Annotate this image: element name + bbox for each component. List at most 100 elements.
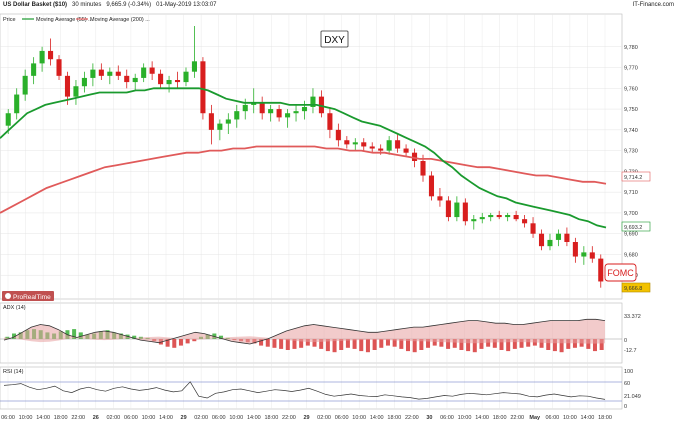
adx-bar bbox=[365, 339, 370, 353]
y-tick-label: 9,740 bbox=[624, 128, 638, 134]
candle-body bbox=[276, 109, 282, 118]
candle-body bbox=[572, 242, 578, 257]
candle-body bbox=[259, 102, 265, 114]
candle-body bbox=[352, 142, 358, 145]
ma-fast-tag: 9,693.2 bbox=[624, 225, 642, 231]
x-tick-label: 18:00 bbox=[493, 415, 507, 421]
candle-body bbox=[56, 59, 62, 76]
candle-body bbox=[107, 71, 113, 76]
x-tick-label: 14:00 bbox=[36, 415, 50, 421]
candle-body bbox=[132, 77, 138, 83]
candle-body bbox=[183, 71, 189, 83]
x-tick-label: 06:00 bbox=[335, 415, 349, 421]
candle-body bbox=[242, 104, 248, 112]
candle-body bbox=[208, 113, 214, 130]
y-tick-label: 9,760 bbox=[624, 86, 638, 92]
rsi-title: RSI (14) bbox=[3, 369, 24, 375]
candle-body bbox=[361, 142, 367, 147]
adx-bar bbox=[279, 339, 284, 349]
y-tick-label: 9,780 bbox=[624, 45, 638, 51]
x-tick-label: 06:00 bbox=[1, 415, 15, 421]
y-tick-label: 9,770 bbox=[624, 66, 638, 72]
candle-body bbox=[234, 111, 240, 120]
ma-slow-tag: 9,714.2 bbox=[624, 175, 642, 181]
adx-label-zero: 0 bbox=[624, 338, 627, 344]
candle-body bbox=[479, 217, 485, 220]
price-panel-frame bbox=[0, 13, 623, 300]
rsi-label-100: 100 bbox=[624, 369, 633, 375]
x-tick-label: 18:00 bbox=[54, 415, 68, 421]
x-tick-label: 10:00 bbox=[458, 415, 472, 421]
x-tick-label: 14:00 bbox=[475, 415, 489, 421]
candle-body bbox=[581, 252, 587, 257]
x-tick-label: 10:00 bbox=[19, 415, 33, 421]
candle-body bbox=[437, 196, 443, 201]
y-tick-label: 9,690 bbox=[624, 232, 638, 238]
adx-bar bbox=[178, 339, 183, 346]
candle-body bbox=[5, 113, 11, 126]
x-tick-label: 26 bbox=[93, 415, 99, 421]
adx-bar bbox=[272, 339, 277, 348]
candle-body bbox=[369, 146, 375, 149]
dxy-badge: DXY bbox=[320, 30, 349, 48]
candle-body bbox=[386, 140, 392, 151]
candle-body bbox=[420, 161, 426, 176]
fomc-badge: FOMC bbox=[604, 263, 637, 282]
adx-bar bbox=[185, 339, 190, 344]
prorealtime-label: ProRealTime bbox=[13, 294, 51, 301]
candle-body bbox=[538, 233, 545, 247]
candle-body bbox=[90, 69, 96, 78]
x-tick-label: 18:00 bbox=[598, 415, 612, 421]
x-tick-label: 18:00 bbox=[387, 415, 401, 421]
x-tick-label: 06:00 bbox=[124, 415, 138, 421]
x-tick-label: 06:00 bbox=[545, 415, 559, 421]
candle-body bbox=[403, 148, 409, 153]
x-tick-label: 02:00 bbox=[317, 415, 331, 421]
candle-body bbox=[598, 258, 604, 282]
adx-bar bbox=[172, 339, 177, 348]
candle-body bbox=[225, 119, 231, 124]
candle-body bbox=[428, 175, 435, 197]
fomc-label: FOMC bbox=[607, 268, 634, 278]
candle-body bbox=[39, 50, 45, 64]
candle-body bbox=[327, 113, 333, 130]
y-tick-label: 9,730 bbox=[624, 149, 638, 155]
adx-bar bbox=[359, 339, 364, 352]
rsi-label-0: 0 bbox=[624, 404, 627, 410]
x-tick-label: 29 bbox=[303, 415, 309, 421]
adx-bar bbox=[372, 339, 377, 350]
x-tick-label: 14:00 bbox=[370, 415, 384, 421]
candle-body bbox=[166, 80, 172, 85]
x-tick-label: May bbox=[529, 415, 541, 421]
candle-body bbox=[217, 123, 223, 130]
candle-body bbox=[115, 71, 121, 76]
candle-body bbox=[344, 140, 350, 145]
adx-label-bottom: -12.7 bbox=[624, 348, 637, 354]
y-tick-label: 9,680 bbox=[624, 252, 638, 258]
x-tick-label: 18:00 bbox=[264, 415, 278, 421]
x-tick-label: 22:00 bbox=[510, 415, 524, 421]
candle-body bbox=[454, 202, 460, 218]
y-tick-label: 9,700 bbox=[624, 211, 638, 217]
candle-body bbox=[301, 107, 308, 112]
adx-bar bbox=[379, 339, 384, 348]
candle-body bbox=[22, 75, 28, 95]
x-tick-label: 10:00 bbox=[563, 415, 577, 421]
legend-price: Price bbox=[3, 17, 16, 23]
candle-body bbox=[48, 50, 54, 60]
candle-body bbox=[530, 223, 536, 234]
x-tick-label: 06:00 bbox=[440, 415, 454, 421]
candle-body bbox=[335, 129, 341, 141]
candle-body bbox=[200, 61, 206, 114]
adx-title: ADX (14) bbox=[3, 305, 26, 311]
x-tick-label: 10:00 bbox=[229, 415, 243, 421]
candle-body bbox=[268, 109, 274, 114]
candle-body bbox=[141, 67, 147, 78]
candle-body bbox=[496, 215, 502, 218]
adx-label-top: 33.372 bbox=[624, 314, 641, 320]
candle-body bbox=[462, 202, 468, 222]
dxy-label: DXY bbox=[324, 35, 345, 46]
candle-body bbox=[14, 94, 20, 114]
time-x-axis: 06:00 10:00 14:00 18:00 22:00 26 02:00 06:00 10:… bbox=[1, 415, 612, 421]
y-tick-label: 9,750 bbox=[624, 107, 638, 113]
